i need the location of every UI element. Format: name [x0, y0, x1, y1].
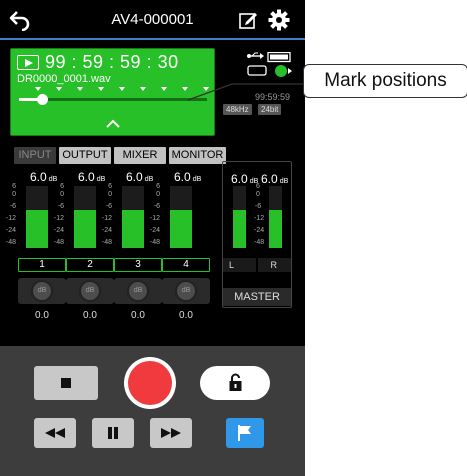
sd-card-icon [247, 65, 267, 76]
channel-button[interactable]: 1 [18, 258, 66, 272]
channel-scale-left: 6 0 -6 -12 -24 -48 [101, 183, 112, 246]
chevron-up-icon[interactable] [106, 119, 120, 128]
transport-controls [0, 346, 305, 476]
master-right-level: 6.0 dB [261, 172, 289, 186]
master-left-button[interactable]: L [223, 258, 256, 272]
record-button[interactable] [124, 357, 176, 409]
master-section: 6.0 dB 6.0 dB 6 0 -6 -12 -24 -48 L R MASTER [222, 161, 292, 308]
sample-rate-badge: 48kHz [223, 104, 252, 115]
channel-level: 6.0 dB [78, 170, 106, 184]
mark-position-icon [140, 87, 146, 91]
channel-scale-left: 6 0 -6 -12 -24 -48 [5, 183, 16, 246]
master-right-button[interactable]: R [258, 258, 291, 272]
pan-knob-area[interactable]: dB [162, 278, 210, 304]
usb-icon [247, 52, 264, 59]
fast-forward-button[interactable] [150, 418, 192, 448]
channel-meter [26, 210, 48, 248]
mark-positions [35, 87, 210, 97]
remaining-time: 99:59:59 [254, 92, 290, 102]
media-status-icons [247, 52, 292, 77]
position-handle[interactable] [36, 94, 48, 105]
channel-meter [122, 210, 144, 248]
flag-icon [238, 425, 251, 441]
mark-position-icon [77, 87, 83, 91]
header-bar: AV4-000001 [0, 0, 305, 40]
fast-forward-icon [161, 428, 181, 438]
pan-knob-area[interactable]: dB [114, 278, 162, 304]
channel-level: 6.0 dB [126, 170, 154, 184]
master-right-meter [269, 210, 282, 248]
pan-value: 0.0 [179, 310, 193, 321]
app-screen: AV4-000001 99 : 59 : 59 : 30 DR0000_0001… [0, 0, 305, 476]
pan-value: 0.0 [35, 310, 49, 321]
channel-button[interactable]: 4 [162, 258, 210, 272]
tab-input[interactable]: INPUT [14, 147, 56, 164]
pan-knob[interactable]: dB [79, 280, 101, 302]
mark-position-icon [98, 87, 104, 91]
channel-meter [170, 210, 192, 248]
pan-value: 0.0 [131, 310, 145, 321]
mark-position-icon [35, 87, 41, 91]
bit-depth-badge: 24bit [258, 104, 282, 115]
stop-button[interactable] [34, 366, 98, 400]
mark-position-icon [182, 87, 188, 91]
time-counter: 99 : 59 : 59 : 30 [45, 52, 179, 72]
pause-icon [108, 427, 118, 439]
position-slider[interactable] [19, 94, 207, 105]
pan-knob[interactable]: dB [175, 280, 197, 302]
mark-position-icon [161, 87, 167, 91]
mark-position-icon [119, 87, 125, 91]
pan-knob-area[interactable]: dB [66, 278, 114, 304]
channel-button[interactable]: 2 [66, 258, 114, 272]
master-left-meter [233, 210, 246, 248]
file-name: DR0000_0001.wav [17, 73, 111, 85]
channel-level: 6.0 dB [30, 170, 58, 184]
transport-display[interactable]: 99 : 59 : 59 : 30 DR0000_0001.wav [10, 48, 215, 136]
master-button[interactable]: MASTER [223, 288, 291, 306]
channel-level: 6.0 dB [174, 170, 202, 184]
tab-monitor[interactable]: MONITOR [169, 147, 226, 164]
rewind-button[interactable] [34, 418, 76, 448]
gear-icon[interactable] [268, 9, 290, 31]
master-scale: 6 0 -6 -12 -24 -48 [254, 183, 265, 246]
pan-knob[interactable]: dB [127, 280, 149, 302]
tab-mixer[interactable]: MIXER [114, 147, 166, 164]
pause-button[interactable] [92, 418, 134, 448]
unlock-icon [229, 373, 242, 391]
mark-position-icon [203, 87, 209, 91]
channel-meter [74, 210, 96, 248]
mark-button[interactable] [226, 418, 264, 448]
pan-knob[interactable]: dB [31, 280, 53, 302]
mark-position-icon [56, 87, 62, 91]
channel-scale-left: 6 0 -6 -12 -24 -48 [149, 183, 160, 246]
channel-scale-left: 6 0 -6 -12 -24 -48 [53, 183, 64, 246]
status-dot-icon [275, 65, 287, 77]
pan-value: 0.0 [83, 310, 97, 321]
callout-label: Mark positions [303, 64, 467, 98]
lock-button[interactable] [200, 366, 270, 400]
tab-output[interactable]: OUTPUT [59, 147, 111, 164]
play-status-icon [17, 55, 39, 70]
edit-icon[interactable] [238, 10, 258, 30]
rewind-icon [45, 428, 65, 438]
channel-button[interactable]: 3 [114, 258, 162, 272]
page-title: AV4-000001 [111, 11, 194, 28]
pan-knob-area[interactable]: dB [18, 278, 66, 304]
